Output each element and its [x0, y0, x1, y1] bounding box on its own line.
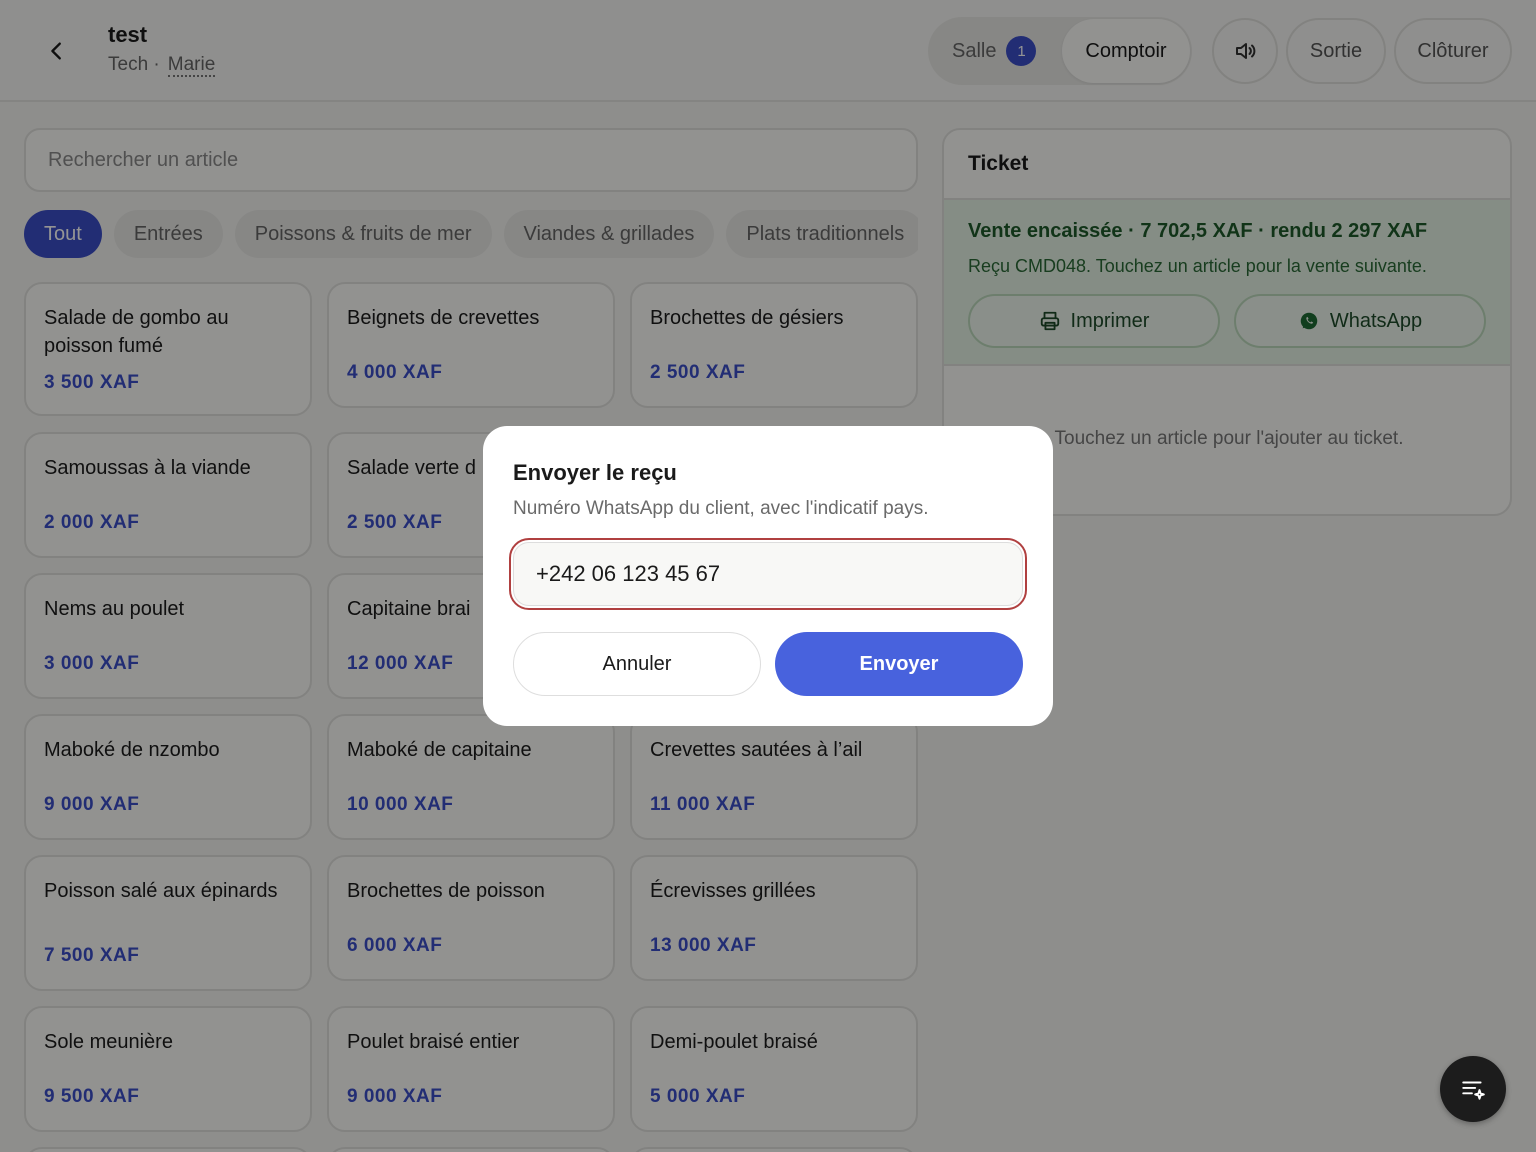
menu-fab-button[interactable] [1440, 1056, 1506, 1122]
dialog-subtitle: Numéro WhatsApp du client, avec l'indica… [513, 498, 929, 519]
dialog-title: Envoyer le reçu [513, 460, 677, 485]
list-sparkle-icon [1462, 1081, 1485, 1100]
phone-field [509, 538, 1027, 610]
phone-input[interactable] [513, 542, 1023, 606]
cancel-button[interactable]: Annuler [513, 632, 761, 696]
send-receipt-dialog: Envoyer le reçu Numéro WhatsApp du clien… [483, 426, 1053, 726]
send-button[interactable]: Envoyer [775, 632, 1023, 696]
